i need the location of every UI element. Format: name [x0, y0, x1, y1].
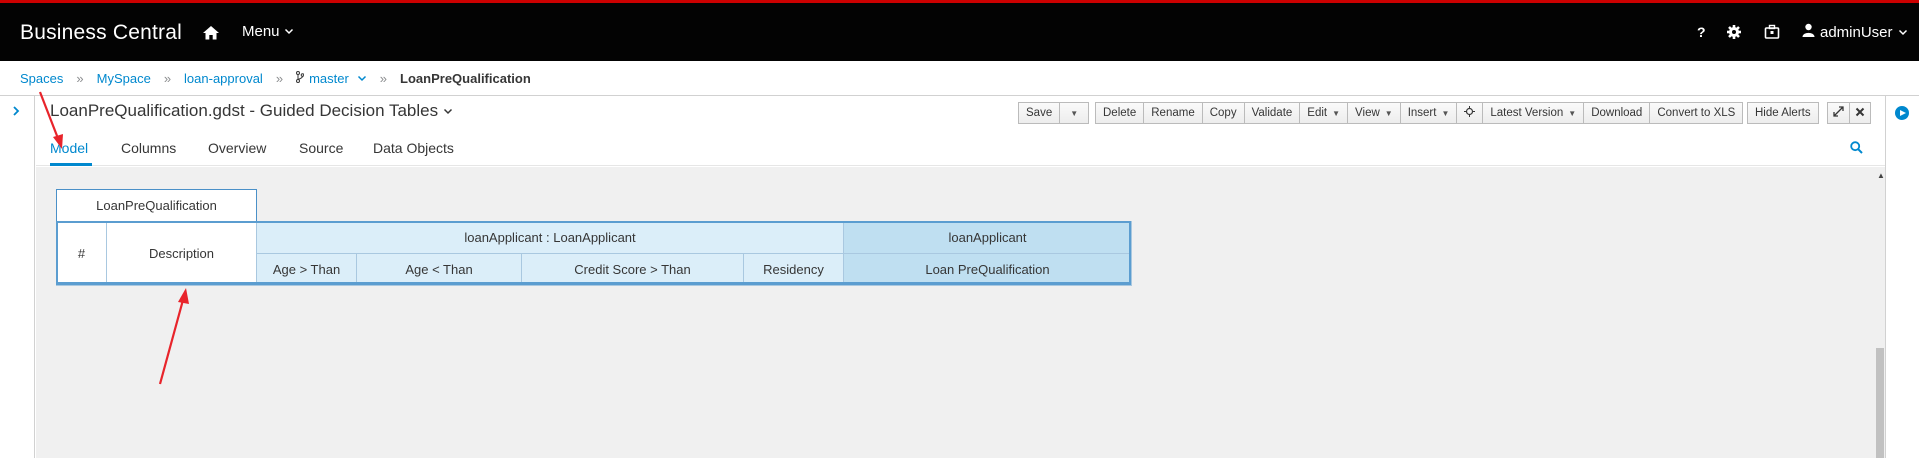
edit-menu-button[interactable]: Edit ▼: [1299, 102, 1349, 124]
rename-button[interactable]: Rename: [1143, 102, 1203, 124]
description-header[interactable]: Description: [106, 221, 257, 286]
chevron-down-icon: ▼: [1441, 108, 1450, 118]
user-label: adminUser: [1820, 23, 1893, 41]
tab-data-objects[interactable]: Data Objects: [373, 140, 454, 156]
editor-title[interactable]: LoanPreQualification.gdst - Guided Decis…: [50, 101, 453, 121]
breadcrumb-separator: »: [76, 70, 84, 86]
action-group-header[interactable]: loanApplicant: [843, 221, 1132, 254]
decision-table-canvas[interactable]: [36, 167, 1885, 458]
condition-column-header[interactable]: Age < Than: [356, 253, 522, 286]
view-menu-button[interactable]: View ▼: [1347, 102, 1401, 124]
validate-button[interactable]: Validate: [1243, 102, 1301, 124]
breadcrumb-separator: »: [275, 70, 284, 86]
latest-version-label: Latest Version: [1490, 107, 1564, 119]
close-button[interactable]: [1849, 102, 1871, 124]
breadcrumb: Spaces » MySpace » loan-approval » maste…: [0, 61, 1919, 96]
breadcrumb-space[interactable]: MySpace: [97, 71, 151, 86]
tab-source[interactable]: Source: [299, 140, 343, 156]
insert-label: Insert: [1407, 107, 1437, 119]
save-options-button[interactable]: ▼: [1059, 102, 1090, 124]
branch-icon: [296, 70, 305, 86]
tab-columns[interactable]: Columns: [121, 140, 176, 156]
maximize-button[interactable]: [1827, 102, 1850, 124]
breadcrumb-spaces[interactable]: Spaces: [20, 71, 63, 86]
breadcrumb-separator: »: [379, 70, 388, 86]
user-icon: [1802, 23, 1815, 41]
user-dropdown[interactable]: adminUser: [1802, 23, 1908, 41]
home-icon[interactable]: [201, 23, 221, 43]
action-column-header[interactable]: Loan PreQualification: [843, 253, 1132, 286]
edit-label: Edit: [1307, 107, 1328, 119]
menu-dropdown[interactable]: Menu: [242, 23, 294, 40]
chevron-down-icon: ▼: [1384, 108, 1393, 118]
editor-tabs: Model Columns Overview Source Data Objec…: [36, 131, 1885, 166]
menu-label: Menu: [242, 23, 280, 40]
breadcrumb-separator: »: [163, 70, 172, 86]
chevron-down-icon: [284, 23, 294, 40]
chevron-down-icon: [357, 73, 367, 83]
save-button-group: Save ▼: [1018, 102, 1090, 124]
top-navbar: Business Central Menu ? adminUser: [0, 0, 1919, 61]
play-icon[interactable]: [1895, 106, 1909, 120]
left-panel-rail: [0, 96, 35, 458]
search-icon[interactable]: [1850, 141, 1863, 154]
copy-button[interactable]: Copy: [1201, 102, 1245, 124]
condition-column-header[interactable]: Residency: [743, 253, 844, 286]
branch-label: master: [309, 70, 349, 86]
active-tab-indicator: [50, 163, 92, 166]
condition-column-header[interactable]: Credit Score > Than: [521, 253, 744, 286]
delete-button[interactable]: Delete: [1095, 102, 1145, 124]
chevron-down-icon: ▼: [1070, 108, 1079, 118]
row-number-header[interactable]: #: [56, 221, 107, 286]
brand-logo[interactable]: Business Central: [20, 21, 182, 45]
hide-alerts-group: Hide Alerts: [1747, 102, 1819, 124]
download-button[interactable]: Download: [1583, 102, 1651, 124]
gear-icon[interactable]: [1726, 24, 1742, 44]
close-icon: [1855, 107, 1865, 120]
window-controls: [1827, 102, 1871, 124]
hide-alerts-button[interactable]: Hide Alerts: [1747, 102, 1819, 124]
briefcase-icon[interactable]: [1764, 24, 1780, 44]
chevron-right-icon[interactable]: [11, 104, 21, 120]
insert-menu-button[interactable]: Insert ▼: [1399, 102, 1458, 124]
expand-icon: [1833, 106, 1844, 120]
condition-column-header[interactable]: Age > Than: [256, 253, 357, 286]
decision-table-header: # Description loanApplicant : LoanApplic…: [56, 221, 1132, 286]
tab-model[interactable]: Model: [50, 140, 88, 156]
breadcrumb-current: LoanPreQualification: [400, 70, 531, 86]
breadcrumb-project[interactable]: loan-approval: [184, 71, 263, 86]
vertical-scrollbar-thumb[interactable]: [1876, 348, 1884, 458]
save-button[interactable]: Save: [1018, 102, 1061, 124]
crosshair-icon: [1464, 106, 1476, 120]
breadcrumb-branch[interactable]: master: [296, 70, 367, 86]
editor-toolbar: Delete Rename Copy Validate Edit ▼ View …: [1095, 102, 1744, 124]
chevron-down-icon: ▼: [1332, 108, 1341, 118]
decision-table-name-tab[interactable]: LoanPreQualification: [56, 189, 257, 222]
crosshair-button[interactable]: [1456, 102, 1484, 124]
editor-title-text: LoanPreQualification.gdst - Guided Decis…: [50, 101, 439, 120]
chevron-down-icon: [1898, 24, 1908, 41]
convert-to-xls-button[interactable]: Convert to XLS: [1649, 102, 1744, 124]
right-panel-rail: [1885, 96, 1919, 458]
view-label: View: [1355, 107, 1380, 119]
chevron-down-icon: ▼: [1568, 108, 1577, 118]
scroll-up-arrow-icon[interactable]: ▲: [1877, 171, 1885, 180]
latest-version-button[interactable]: Latest Version ▼: [1482, 102, 1585, 124]
help-icon[interactable]: ?: [1694, 24, 1708, 44]
chevron-down-icon: [443, 106, 453, 116]
condition-group-header[interactable]: loanApplicant : LoanApplicant: [256, 221, 844, 254]
tab-overview[interactable]: Overview: [208, 140, 266, 156]
svg-text:?: ?: [1697, 24, 1706, 40]
